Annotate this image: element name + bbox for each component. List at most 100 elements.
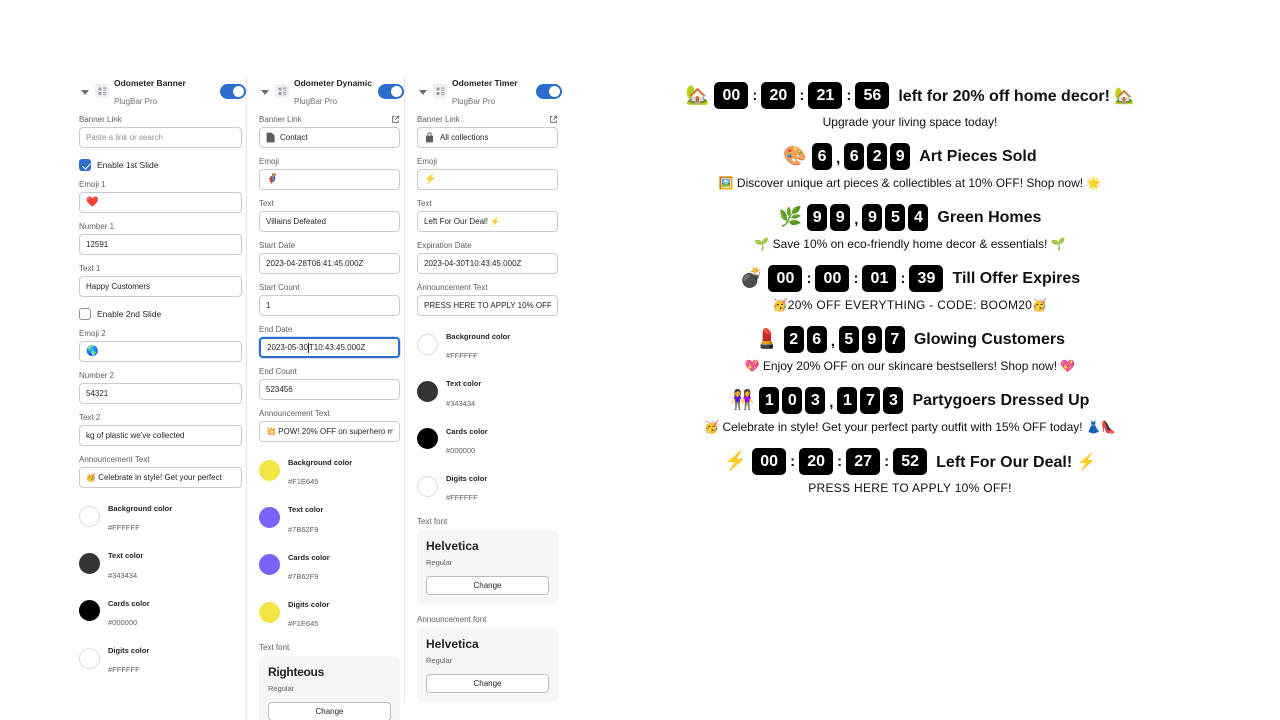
preview-banner[interactable]: 🎨 6, 6 2 9 Art Pieces Sold 🖼️ Discover unique …: [660, 143, 1160, 190]
background-color-swatch[interactable]: [259, 459, 280, 481]
change-text-font-button[interactable]: Change: [268, 701, 391, 720]
number2-input[interactable]: 54321: [79, 383, 242, 404]
cards-color-swatch[interactable]: [417, 428, 438, 450]
announcement-text-input[interactable]: PRESS HERE TO APPLY 10% OFF!: [417, 295, 558, 316]
color-row-text[interactable]: Text color #7B62F9: [255, 498, 404, 536]
cards-color-swatch[interactable]: [79, 600, 100, 622]
background-color-swatch[interactable]: [417, 333, 438, 355]
panel-enable-toggle[interactable]: [220, 83, 246, 99]
end-date-input[interactable]: 2023-05-30T10:43:45.000Z: [259, 337, 400, 358]
color-row-background[interactable]: Background color #FFFFFF: [413, 325, 562, 363]
preview-emoji-icon: 🏡: [685, 85, 710, 106]
preview-banner-text: Glowing Customers: [913, 330, 1065, 348]
preview-banner[interactable]: ⚡ 00:20:27:52 Left For Our Deal! ⚡ PRESS HE…: [660, 448, 1160, 495]
preview-banner[interactable]: 💄 2 6, 5 9 7 Glowing Customers 💖 Enjoy 20% OFF …: [660, 326, 1160, 373]
preview-digit-separator: :: [900, 270, 906, 287]
number1-input[interactable]: 12591: [79, 234, 242, 255]
preview-digit-card: 4: [908, 204, 929, 231]
background-color-text: Background color #FFFFFF: [446, 332, 511, 361]
end-date-field: End Date 2023-05-30T10:43:45.000Z: [255, 325, 404, 358]
preview-digit-group: 00:20:27:52: [752, 448, 928, 475]
panel-subtitle: PlugBar Pro: [452, 97, 496, 106]
panel-enable-toggle[interactable]: [536, 83, 562, 99]
banner-link-input[interactable]: All collections: [417, 127, 558, 148]
text-input[interactable]: Villains Defeated: [259, 211, 400, 232]
text1-input[interactable]: Happy Customers: [79, 276, 242, 297]
color-row-cards[interactable]: Cards color #000000: [413, 420, 562, 458]
number1-field: Number 1 12591: [75, 222, 246, 255]
change-text-font-button[interactable]: Change: [426, 575, 549, 595]
cards-color-swatch[interactable]: [259, 554, 280, 576]
chevron-down-icon[interactable]: [81, 87, 90, 96]
color-row-digits[interactable]: Digits color #F1E645: [255, 593, 404, 631]
announcement-font-card: Helvetica Regular Change: [417, 627, 558, 702]
panel-enable-toggle[interactable]: [378, 83, 404, 99]
color-row-digits[interactable]: Digits color #FFFFFF: [75, 639, 246, 677]
color-row-text[interactable]: Text color #343434: [413, 372, 562, 410]
app-icon: [95, 84, 109, 98]
announcement-text-input[interactable]: 🥳 Celebrate in style! Get your perfect: [79, 467, 242, 488]
number2-field: Number 2 54321: [75, 371, 246, 404]
color-row-text[interactable]: Text color #343434: [75, 544, 246, 582]
panel-header[interactable]: Odometer Banner PlugBar Pro: [75, 76, 246, 106]
preview-digit-card: 7: [884, 326, 905, 353]
text-font-label: Text font: [417, 516, 448, 526]
preview-banner[interactable]: 👭 1 0 3, 1 7 3 Partygoers Dressed Up 🥳 Celebrate…: [660, 387, 1160, 434]
color-row-background[interactable]: Background color #FFFFFF: [75, 497, 246, 535]
emoji-input[interactable]: ⚡: [417, 169, 558, 190]
preview-digit-card: 3: [805, 387, 826, 414]
color-row-cards[interactable]: Cards color #7B62F9: [255, 546, 404, 584]
emoji-field: Emoji ⚡: [413, 157, 562, 190]
background-color-swatch[interactable]: [79, 505, 100, 527]
preview-digit-card: 5: [838, 326, 859, 353]
external-link-icon[interactable]: [391, 115, 400, 124]
preview-banner[interactable]: 🏡 00:20:21:56 left for 20% off home decor!…: [660, 82, 1160, 129]
enable-2nd-slide-row[interactable]: Enable 2nd Slide: [75, 308, 246, 320]
chevron-down-icon[interactable]: [261, 87, 270, 96]
text-color-swatch[interactable]: [79, 553, 100, 575]
text-label: Text: [417, 199, 432, 208]
preview-digit-group: 99,954: [807, 204, 929, 231]
color-row-background[interactable]: Background color #F1E645: [255, 451, 404, 489]
preview-digit-card: 5: [885, 204, 906, 231]
start-count-field: Start Count 1: [255, 283, 404, 316]
banner-link-input[interactable]: Contact: [259, 127, 400, 148]
text-color-swatch[interactable]: [259, 507, 280, 529]
expiration-date-field: Expiration Date 2023-04-30T10:43:45.000Z: [413, 241, 562, 274]
color-row-digits[interactable]: Digits color #FFFFFF: [413, 467, 562, 505]
preview-digit-separator: :: [752, 87, 758, 104]
preview-banner[interactable]: 💣 00:00:01:39 Till Offer Expires 🥳20% OFF E…: [660, 265, 1160, 312]
external-link-icon[interactable]: [549, 115, 558, 124]
announcement-text-field: Announcement Text 💥 POW! 20% OFF on supe…: [255, 409, 404, 442]
start-count-input[interactable]: 1: [259, 295, 400, 316]
emoji1-input[interactable]: ❤️: [79, 192, 242, 213]
banner-link-input[interactable]: Paste a link or search: [79, 127, 242, 148]
preview-digit-card: 2: [783, 326, 804, 353]
enable-1st-slide-checkbox[interactable]: [79, 159, 91, 171]
digits-color-swatch[interactable]: [259, 601, 280, 623]
end-count-input[interactable]: 523456: [259, 379, 400, 400]
expiration-date-input[interactable]: 2023-04-30T10:43:45.000Z: [417, 253, 558, 274]
digits-color-swatch[interactable]: [417, 475, 438, 497]
digits-color-swatch[interactable]: [79, 647, 100, 669]
text-color-swatch[interactable]: [417, 381, 438, 403]
panel-title: Odometer Banner: [114, 77, 186, 88]
announcement-text-input[interactable]: 💥 POW! 20% OFF on superhero merc: [259, 421, 400, 442]
emoji2-input[interactable]: 🌎: [79, 341, 242, 362]
panel-header[interactable]: Odometer Dynamic PlugBar Pro: [255, 76, 404, 106]
enable-1st-slide-row[interactable]: Enable 1st Slide: [75, 159, 246, 171]
enable-2nd-slide-checkbox[interactable]: [79, 308, 91, 320]
start-date-input[interactable]: 2023-04-28T06:41:45.000Z: [259, 253, 400, 274]
color-row-cards[interactable]: Cards color #000000: [75, 592, 246, 630]
panel-header[interactable]: Odometer Timer PlugBar Pro: [413, 76, 562, 106]
text-input[interactable]: Left For Our Deal! ⚡: [417, 211, 558, 232]
change-announcement-font-button[interactable]: Change: [426, 673, 549, 693]
chevron-down-icon[interactable]: [419, 87, 428, 96]
expiration-date-label: Expiration Date: [417, 241, 472, 250]
preview-area: 🏡 00:20:21:56 left for 20% off home decor!…: [660, 82, 1160, 509]
end-count-field: End Count 523456: [255, 367, 404, 400]
preview-banner[interactable]: 🌿 9 9, 9 5 4 Green Homes 🌱 Save 10% on eco-frie…: [660, 204, 1160, 251]
emoji-input[interactable]: 🦸: [259, 169, 400, 190]
preview-digit-group: 00:00:01:39: [768, 265, 944, 292]
text2-input[interactable]: kg of plastic we've collected: [79, 425, 242, 446]
